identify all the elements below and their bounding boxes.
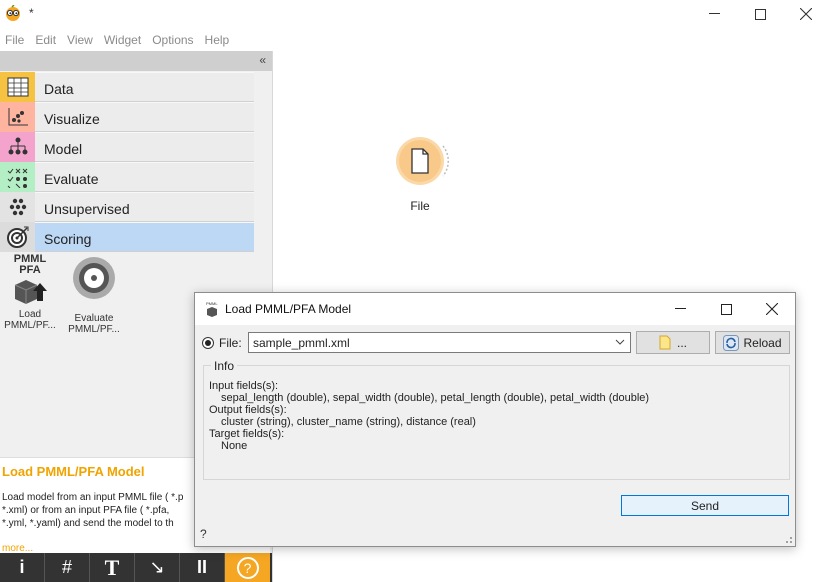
menu-file[interactable]: File: [0, 30, 30, 50]
maximize-button[interactable]: [737, 0, 783, 28]
category-scoring[interactable]: Scoring: [0, 222, 254, 252]
send-button[interactable]: Send: [621, 495, 789, 516]
widget-label: Evaluate PMML/PF...: [68, 313, 120, 335]
file-node-icon: [396, 137, 450, 185]
category-label: Visualize: [35, 102, 254, 132]
maximize-icon: [720, 303, 732, 315]
widget-badge-bottom: PFA: [19, 264, 41, 276]
close-icon: [800, 8, 812, 20]
clusters-icon: [0, 192, 35, 222]
reload-label: Reload: [743, 335, 782, 350]
info-button[interactable]: i: [0, 553, 45, 582]
load-pmml-dialog: PMML Load PMML/PFA Model File: sample_pm…: [194, 292, 796, 547]
menu-edit[interactable]: Edit: [30, 30, 62, 50]
grid-button[interactable]: #: [45, 553, 90, 582]
tree-icon: [0, 132, 35, 162]
input-fields-value: sepal_length (double), sepal_width (doub…: [221, 392, 650, 404]
category-label: Scoring: [35, 222, 254, 252]
file-combobox[interactable]: sample_pmml.xml: [248, 332, 631, 353]
menu-bar: File Edit View Widget Options Help: [0, 30, 828, 50]
dock-toolbar: i # T ↘ II ?: [0, 553, 272, 582]
category-model[interactable]: Model: [0, 132, 254, 162]
window-title: *: [29, 6, 34, 20]
title-bar: *: [0, 0, 828, 28]
help-button[interactable]: ?: [225, 553, 270, 582]
pause-button[interactable]: II: [180, 553, 225, 582]
category-label: Evaluate: [35, 162, 254, 192]
node-label: File: [410, 199, 430, 213]
load-model-icon: [14, 280, 47, 304]
arrow-annotation-button[interactable]: ↘: [135, 553, 180, 582]
target-icon: [0, 222, 35, 252]
pmml-pfa-icon: PMML: [206, 301, 218, 317]
dialog-title-bar: PMML Load PMML/PFA Model: [195, 293, 795, 325]
menu-widget[interactable]: Widget: [99, 30, 147, 50]
help-icon: ?: [236, 556, 259, 579]
evaluate-icon: [0, 162, 35, 192]
dock-header: «: [0, 51, 272, 71]
file-combo-value: sample_pmml.xml: [253, 336, 350, 350]
minimize-icon: [674, 308, 686, 309]
browse-label: ...: [676, 335, 687, 350]
description-title: Load PMML/PFA Model: [2, 464, 145, 479]
dialog-maximize-button[interactable]: [703, 293, 749, 325]
collapse-dock-icon[interactable]: «: [259, 53, 266, 67]
text-icon: T: [104, 554, 120, 580]
target-fields-value: None: [221, 440, 248, 452]
send-label: Send: [690, 498, 720, 513]
category-unsupervised[interactable]: Unsupervised: [0, 192, 254, 222]
pause-icon: II: [196, 557, 207, 577]
output-fields-heading: Output fields(s):: [209, 404, 287, 416]
grid-icon: #: [61, 557, 72, 577]
category-label: Data: [35, 72, 254, 102]
category-visualize[interactable]: Visualize: [0, 102, 254, 132]
info-content: Input fields(s): sepal_length (double), …: [209, 380, 649, 452]
widget-label: Load PMML/PF...: [4, 309, 56, 331]
input-fields-heading: Input fields(s):: [209, 380, 279, 392]
menu-help[interactable]: Help: [200, 30, 236, 50]
svg-text:PMML: PMML: [206, 301, 218, 306]
reload-button[interactable]: Reload: [715, 331, 790, 354]
folder-icon: [659, 335, 671, 350]
dialog-close-button[interactable]: [749, 293, 795, 325]
reload-icon: [723, 334, 740, 351]
category-label: Model: [35, 132, 254, 162]
file-radio[interactable]: [202, 337, 214, 349]
resize-grip-icon[interactable]: [783, 534, 793, 544]
close-icon: [766, 303, 778, 315]
menu-options[interactable]: Options: [147, 30, 199, 50]
question-icon[interactable]: ?: [200, 527, 207, 541]
dialog-minimize-button[interactable]: [657, 293, 703, 325]
dialog-title: Load PMML/PFA Model: [225, 302, 352, 316]
chevron-down-icon: [615, 339, 625, 345]
category-label: Unsupervised: [35, 192, 254, 222]
table-icon: [0, 72, 35, 102]
arrow-icon: ↘: [149, 557, 165, 577]
info-icon: i: [19, 557, 25, 577]
orange-logo-icon: [6, 5, 20, 21]
info-title: Info: [211, 359, 238, 373]
browse-button[interactable]: ...: [636, 331, 710, 354]
category-data[interactable]: Data: [0, 72, 254, 102]
text-annotation-button[interactable]: T: [90, 553, 135, 582]
widget-load-pmml[interactable]: PMML PFA Load PMML/PF...: [2, 254, 58, 332]
scatter-icon: [0, 102, 35, 132]
widget-evaluate-pmml[interactable]: Evaluate PMML/PF...: [66, 256, 122, 335]
minimize-button[interactable]: [691, 0, 737, 28]
target-fields-heading: Target fields(s):: [209, 428, 285, 440]
file-label: File:: [219, 336, 242, 350]
file-node[interactable]: [395, 136, 450, 186]
close-button[interactable]: [783, 0, 828, 28]
maximize-icon: [754, 8, 766, 20]
category-evaluate[interactable]: Evaluate: [0, 162, 254, 192]
info-groupbox: Input fields(s): sepal_length (double), …: [203, 365, 790, 480]
evaluate-model-icon: [73, 257, 115, 299]
menu-view[interactable]: View: [62, 30, 99, 50]
output-fields-value: cluster (string), cluster_name (string),…: [221, 416, 476, 428]
minimize-icon: [708, 13, 720, 14]
